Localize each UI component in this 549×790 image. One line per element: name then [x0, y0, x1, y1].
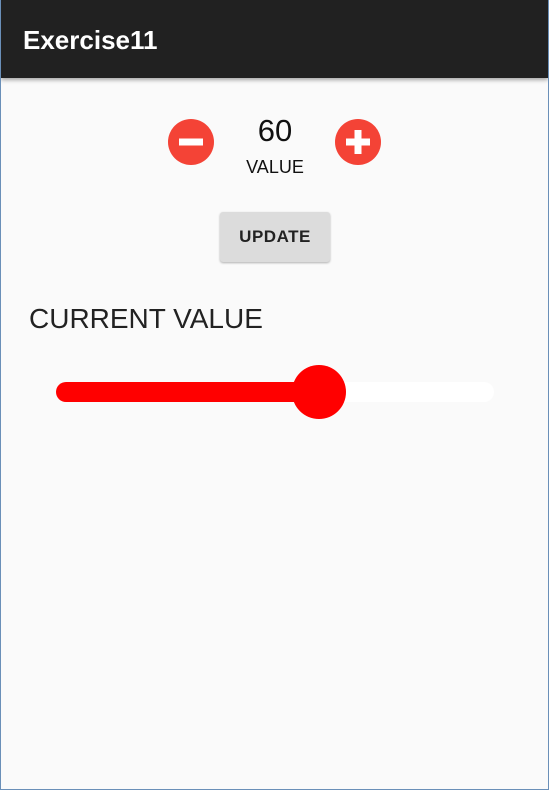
current-value-label: CURRENT VALUE [29, 303, 263, 334]
current-value-slider[interactable] [56, 365, 494, 419]
minus-circle-icon [168, 119, 214, 165]
stepper-caption: VALUE [246, 157, 304, 177]
app-bar: Exercise11 [1, 0, 548, 78]
decrement-button[interactable] [168, 119, 214, 165]
increment-button[interactable] [335, 119, 381, 165]
slider-fill [56, 382, 319, 402]
plus-circle-icon [335, 119, 381, 165]
app-window: Exercise11 60 VALUE UPDATE CURRENT VALUE [0, 0, 549, 790]
app-title: Exercise11 [23, 25, 158, 55]
stepper-value: 60 [257, 113, 293, 148]
update-button[interactable]: UPDATE [220, 212, 330, 262]
slider-thumb[interactable] [292, 365, 346, 419]
